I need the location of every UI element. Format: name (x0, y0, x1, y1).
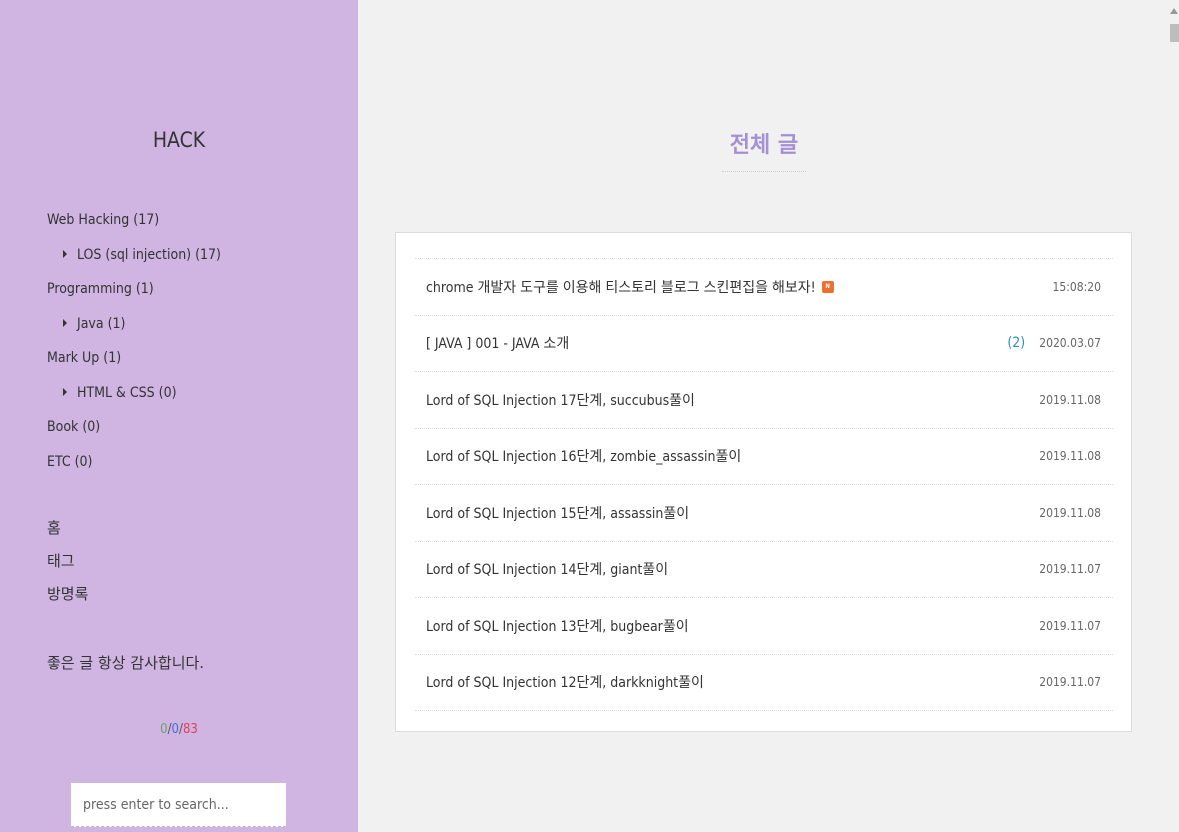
nav-item-tags[interactable]: 태그 (47, 550, 88, 583)
category-label: Java (1) (77, 315, 126, 332)
post-date: 15:08:20 (1052, 279, 1101, 294)
post-row[interactable]: Lord of SQL Injection 17단계, succubus풀이 20… (415, 372, 1113, 429)
search-input[interactable] (71, 783, 286, 827)
visitor-counter: 0/0/83 (0, 722, 358, 737)
post-title-wrap: Lord of SQL Injection 16단계, zombie_assas… (426, 446, 1039, 466)
subcategory-item[interactable]: Java (1) (47, 313, 347, 348)
post-row[interactable]: [ JAVA ] 001 - JAVA 소개 (2) 2020.03.07 (415, 316, 1113, 372)
page-title: 전체 글 (722, 127, 806, 172)
post-title[interactable]: Lord of SQL Injection 17단계, succubus풀이 (426, 393, 695, 409)
post-title-wrap: Lord of SQL Injection 13단계, bugbear풀이 (426, 616, 1039, 636)
post-title[interactable]: Lord of SQL Injection 16단계, zombie_assas… (426, 449, 741, 465)
post-row[interactable]: Lord of SQL Injection 16단계, zombie_assas… (415, 429, 1113, 485)
caret-right-icon (63, 249, 67, 258)
category-label: LOS (sql injection) (17) (77, 246, 221, 263)
nav-item-home[interactable]: 홈 (47, 517, 88, 550)
post-row[interactable]: Lord of SQL Injection 12단계, darkknight풀이… (415, 655, 1113, 711)
subcategory-item[interactable]: LOS (sql injection) (17) (47, 244, 347, 279)
category-list: Web Hacking (17) LOS (sql injection) (17)… (47, 209, 347, 485)
blog-title[interactable]: HACK (0, 128, 358, 152)
subcategory-item[interactable]: HTML & CSS (0) (47, 382, 347, 417)
category-item[interactable]: Mark Up (1) (47, 347, 347, 382)
caret-right-icon (63, 318, 67, 327)
sidebar-greeting: 좋은 글 항상 감사합니다. (47, 654, 205, 672)
post-comment-count[interactable]: (2) (1007, 335, 1025, 351)
post-title[interactable]: Lord of SQL Injection 14단계, giant풀이 (426, 562, 668, 578)
post-row[interactable]: Lord of SQL Injection 13단계, bugbear풀이 201… (415, 598, 1113, 655)
counter-yesterday: 83 (182, 722, 198, 737)
post-date: 2019.11.08 (1039, 392, 1101, 407)
post-date: 2019.11.08 (1039, 449, 1101, 464)
post-title-wrap: Lord of SQL Injection 17단계, succubus풀이 (426, 390, 1039, 410)
new-badge-icon: N (821, 280, 834, 293)
sidebar: HACK Web Hacking (17) LOS (sql injection)… (0, 0, 358, 832)
caret-right-icon (63, 387, 67, 396)
category-label: ETC (0) (47, 453, 93, 470)
nav-menu: 홈 태그 방명록 (47, 517, 88, 616)
post-title-wrap: [ JAVA ] 001 - JAVA 소개 (426, 333, 1007, 353)
post-date: 2019.11.08 (1039, 505, 1101, 520)
scroll-up-arrow-icon[interactable] (1170, 8, 1178, 14)
post-panel: chrome 개발자 도구를 이용해 티스토리 블로그 스킨편집을 해보자! N 1… (395, 232, 1132, 732)
post-title-wrap: Lord of SQL Injection 15단계, assassin풀이 (426, 503, 1039, 523)
post-date: 2019.11.07 (1039, 675, 1101, 690)
post-title[interactable]: [ JAVA ] 001 - JAVA 소개 (426, 336, 569, 352)
post-date: 2020.03.07 (1039, 336, 1101, 351)
category-label: Web Hacking (17) (47, 212, 160, 228)
post-title[interactable]: Lord of SQL Injection 13단계, bugbear풀이 (426, 619, 689, 635)
counter-total: 0 (160, 722, 168, 737)
post-row[interactable]: Lord of SQL Injection 14단계, giant풀이 2019.… (415, 542, 1113, 598)
post-row[interactable]: Lord of SQL Injection 15단계, assassin풀이 20… (415, 485, 1113, 542)
post-title[interactable]: Lord of SQL Injection 15단계, assassin풀이 (426, 506, 689, 522)
post-title[interactable]: Lord of SQL Injection 12단계, darkknight풀이 (426, 675, 704, 691)
post-title[interactable]: chrome 개발자 도구를 이용해 티스토리 블로그 스킨편집을 해보자! (426, 280, 816, 296)
category-label: Mark Up (1) (47, 350, 122, 366)
post-list: chrome 개발자 도구를 이용해 티스토리 블로그 스킨편집을 해보자! N 1… (415, 258, 1113, 711)
category-label: HTML & CSS (0) (77, 384, 177, 401)
category-label: Book (0) (47, 419, 101, 435)
scrollbar-thumb[interactable] (1170, 24, 1179, 42)
category-item[interactable]: Programming (1) (47, 278, 347, 313)
category-label: Programming (1) (47, 281, 154, 297)
post-title-wrap: Lord of SQL Injection 12단계, darkknight풀이 (426, 672, 1039, 692)
post-date: 2019.11.07 (1039, 562, 1101, 577)
category-item[interactable]: Book (0) (47, 416, 347, 451)
post-date: 2019.11.07 (1039, 618, 1101, 633)
category-item[interactable]: Web Hacking (17) (47, 209, 347, 244)
nav-item-guestbook[interactable]: 방명록 (47, 583, 88, 616)
counter-today: 0 (171, 722, 179, 737)
post-title-wrap: chrome 개발자 도구를 이용해 티스토리 블로그 스킨편집을 해보자! N (426, 277, 1053, 297)
post-title-wrap: Lord of SQL Injection 14단계, giant풀이 (426, 559, 1039, 579)
post-row[interactable]: chrome 개발자 도구를 이용해 티스토리 블로그 스킨편집을 해보자! N 1… (415, 259, 1113, 316)
category-item[interactable]: ETC (0) (47, 451, 347, 486)
